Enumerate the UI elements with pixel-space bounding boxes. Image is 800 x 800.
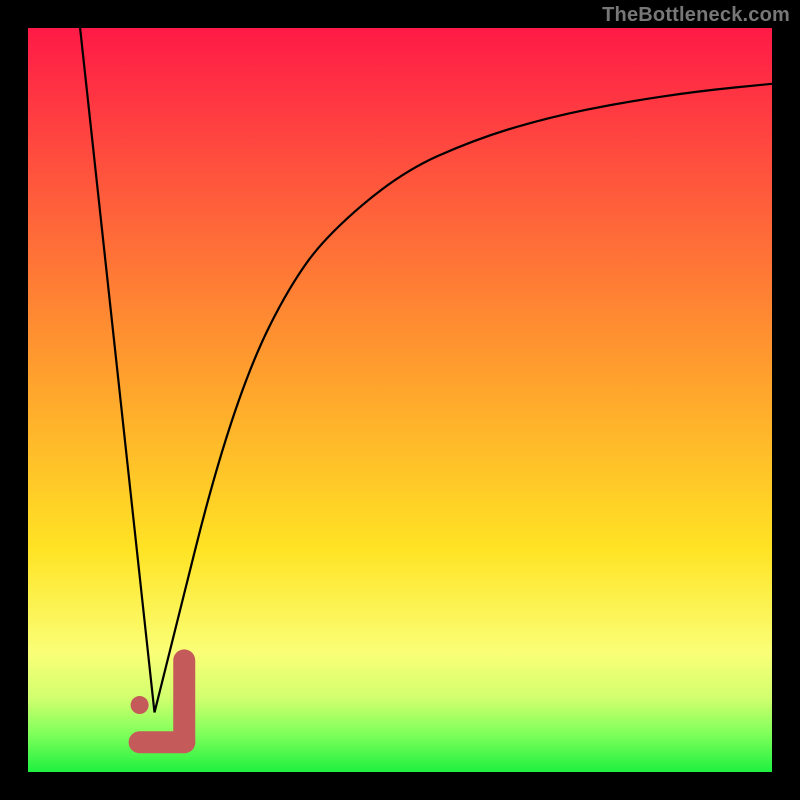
- left-line-path: [80, 28, 154, 713]
- chart-svg: [28, 28, 772, 772]
- j-marker-dot: [131, 696, 149, 714]
- chart-frame: TheBottleneck.com: [0, 0, 800, 800]
- right-curve-path: [155, 84, 773, 713]
- plot-area: [28, 28, 772, 772]
- watermark-text: TheBottleneck.com: [602, 4, 790, 27]
